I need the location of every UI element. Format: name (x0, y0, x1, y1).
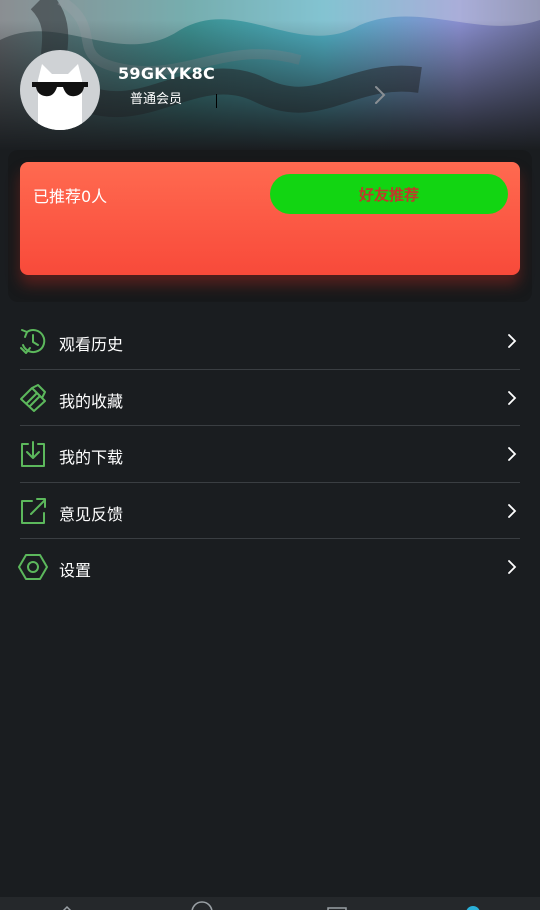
invite-friends-button[interactable]: 好友推荐 (270, 174, 508, 214)
favorites-icon (20, 383, 46, 412)
download-icon (21, 441, 45, 467)
chevron-right-icon (508, 390, 517, 405)
chevron-right-icon (508, 560, 517, 574)
cat-sunglasses-icon (32, 64, 88, 130)
menu-item-favorites[interactable]: 我的收藏 (0, 370, 540, 426)
feedback-icon (21, 497, 46, 524)
profile-header: 59GKYK8C 普通会员 (0, 0, 540, 150)
menu-item-label: 设置 (59, 561, 92, 580)
bottom-tab-bar (0, 897, 540, 910)
chevron-right-icon[interactable] (370, 84, 390, 106)
avatar[interactable] (20, 50, 100, 130)
menu-item-feedback[interactable]: 意见反馈 (0, 483, 540, 539)
text-caret (216, 94, 217, 108)
menu-list: 观看历史 我的收藏 我的下载 意见反馈 设置 (0, 313, 540, 596)
membership-level: 普通会员 (130, 92, 183, 107)
chevron-right-icon (508, 503, 517, 518)
tab-bar-icons (62, 901, 480, 910)
chevron-right-icon (508, 447, 517, 461)
menu-item-history[interactable]: 观看历史 (0, 313, 540, 370)
menu-item-label: 我的收藏 (59, 391, 124, 411)
referral-count: 已推荐0人 (33, 187, 108, 206)
profile-screen: 59GKYK8C 普通会员 已推荐0人 好友推荐 观看历史 我的收藏 我的下载 … (0, 0, 540, 910)
menu-item-label: 意见反馈 (59, 504, 124, 524)
username: 59GKYK8C (118, 64, 216, 83)
history-icon (20, 329, 46, 354)
chevron-right-icon (508, 334, 517, 348)
menu-item-label: 观看历史 (59, 335, 124, 354)
settings-icon (18, 554, 48, 580)
menu-item-settings[interactable]: 设置 (0, 539, 540, 596)
menu-item-downloads[interactable]: 我的下载 (0, 426, 540, 483)
menu-item-label: 我的下载 (59, 448, 124, 467)
